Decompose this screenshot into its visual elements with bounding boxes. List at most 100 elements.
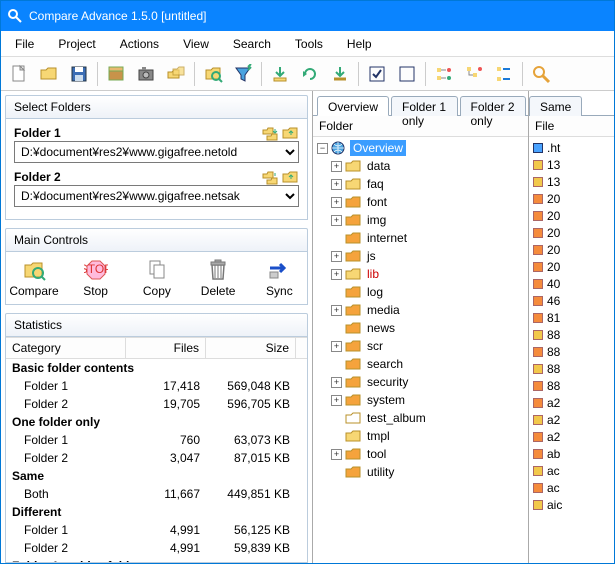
file-item[interactable]: 88 (529, 326, 614, 343)
tree-node[interactable]: +lib (331, 265, 524, 283)
menu-search[interactable]: Search (223, 33, 281, 55)
folder1-browse-icon[interactable] (281, 125, 299, 141)
snapshot-icon[interactable] (132, 60, 160, 88)
file-item[interactable]: 20 (529, 224, 614, 241)
file-item[interactable]: ac (529, 479, 614, 496)
tab-same[interactable]: Same (529, 96, 582, 116)
file-item[interactable]: 40 (529, 275, 614, 292)
file-item[interactable]: a2 (529, 394, 614, 411)
folder1-path-select[interactable]: D:¥document¥res2¥www.gigafree.netold (14, 141, 299, 163)
tree-node[interactable]: +font (331, 193, 524, 211)
file-status-icon (533, 279, 543, 289)
tree-node[interactable]: +security (331, 373, 524, 391)
compare-icon[interactable] (199, 60, 227, 88)
file-item[interactable]: 88 (529, 343, 614, 360)
menu-tools[interactable]: Tools (285, 33, 333, 55)
expand-icon[interactable]: + (331, 449, 342, 460)
stats-col-category[interactable]: Category (6, 338, 126, 358)
file-item[interactable]: 20 (529, 207, 614, 224)
tree2-icon[interactable] (460, 60, 488, 88)
tree1-icon[interactable] (430, 60, 458, 88)
file-item[interactable]: a2 (529, 411, 614, 428)
file-item[interactable]: ab (529, 445, 614, 462)
menu-help[interactable]: Help (337, 33, 382, 55)
menu-view[interactable]: View (173, 33, 219, 55)
new-icon[interactable] (5, 60, 33, 88)
folder1-swap-icon[interactable] (261, 125, 279, 141)
download-icon[interactable] (266, 60, 294, 88)
search-icon[interactable] (527, 60, 555, 88)
tree-node[interactable]: internet (331, 229, 524, 247)
file-item[interactable]: 81 (529, 309, 614, 326)
file-item[interactable]: 20 (529, 190, 614, 207)
tree-node[interactable]: +js (331, 247, 524, 265)
archive-icon[interactable] (102, 60, 130, 88)
file-list[interactable]: .ht1313202020202040468188888888a2a2a2aba… (529, 137, 614, 515)
filter-icon[interactable] (229, 60, 257, 88)
menu-project[interactable]: Project (48, 33, 105, 55)
stop-button[interactable]: STOPStop (72, 258, 119, 298)
tree-node[interactable]: +tool (331, 445, 524, 463)
expand-icon[interactable]: + (331, 197, 342, 208)
tree-node[interactable]: +faq (331, 175, 524, 193)
copy-button[interactable]: Copy (133, 258, 180, 298)
folder-tree[interactable]: −Overview +data+faq+font+imginternet+js+… (313, 137, 528, 563)
tab-folder2only[interactable]: Folder 2 only (460, 96, 526, 116)
expand-icon[interactable]: + (331, 395, 342, 406)
tree-node[interactable]: log (331, 283, 524, 301)
menu-file[interactable]: File (5, 33, 44, 55)
file-item[interactable]: 20 (529, 258, 614, 275)
tree-node[interactable]: +scr (331, 337, 524, 355)
tree-node[interactable]: +data (331, 157, 524, 175)
tree-node[interactable]: news (331, 319, 524, 337)
tree3-icon[interactable] (490, 60, 518, 88)
collapse-icon[interactable]: − (317, 143, 328, 154)
file-item[interactable]: aic (529, 496, 614, 513)
delete-button[interactable]: Delete (195, 258, 242, 298)
expand-icon[interactable]: + (331, 377, 342, 388)
tree-node[interactable]: +img (331, 211, 524, 229)
menu-actions[interactable]: Actions (110, 33, 169, 55)
tab-folder1only[interactable]: Folder 1 only (391, 96, 457, 116)
file-item[interactable]: 46 (529, 292, 614, 309)
file-item[interactable]: 13 (529, 173, 614, 190)
refresh-icon[interactable] (296, 60, 324, 88)
sync-button[interactable]: Sync (256, 258, 303, 298)
tree-root[interactable]: Overview (350, 140, 406, 156)
folder2-swap-icon[interactable] (261, 169, 279, 185)
expand-icon[interactable]: + (331, 341, 342, 352)
folders-icon[interactable] (162, 60, 190, 88)
file-item[interactable]: 13 (529, 156, 614, 173)
save-icon[interactable] (65, 60, 93, 88)
expand-icon[interactable]: + (331, 215, 342, 226)
download2-icon[interactable] (326, 60, 354, 88)
expand-icon[interactable]: + (331, 179, 342, 190)
file-item[interactable]: ac (529, 462, 614, 479)
file-item[interactable]: .ht (529, 139, 614, 156)
open-icon[interactable] (35, 60, 63, 88)
check-icon[interactable] (363, 60, 391, 88)
expand-icon[interactable]: + (331, 161, 342, 172)
tab-overview[interactable]: Overview (317, 96, 389, 116)
folder2-browse-icon[interactable] (281, 169, 299, 185)
file-header[interactable]: File (529, 115, 614, 137)
tree-node[interactable]: tmpl (331, 427, 524, 445)
expand-icon[interactable]: + (331, 251, 342, 262)
expand-icon[interactable]: + (331, 269, 342, 280)
tree-node[interactable]: test_album (331, 409, 524, 427)
file-item[interactable]: 88 (529, 360, 614, 377)
stats-col-size[interactable]: Size (206, 338, 296, 358)
stats-col-files[interactable]: Files (126, 338, 206, 358)
uncheck-icon[interactable] (393, 60, 421, 88)
tree-node[interactable]: +media (331, 301, 524, 319)
folder2-path-select[interactable]: D:¥document¥res2¥www.gigafree.netsak (14, 185, 299, 207)
file-item[interactable]: 88 (529, 377, 614, 394)
tree-node[interactable]: utility (331, 463, 524, 481)
tree-node[interactable]: +system (331, 391, 524, 409)
expand-icon[interactable]: + (331, 305, 342, 316)
stats-row: Folder 24,99159,839 KB (6, 539, 307, 557)
tree-node[interactable]: search (331, 355, 524, 373)
compare-button[interactable]: Compare (10, 258, 58, 298)
file-item[interactable]: 20 (529, 241, 614, 258)
file-item[interactable]: a2 (529, 428, 614, 445)
